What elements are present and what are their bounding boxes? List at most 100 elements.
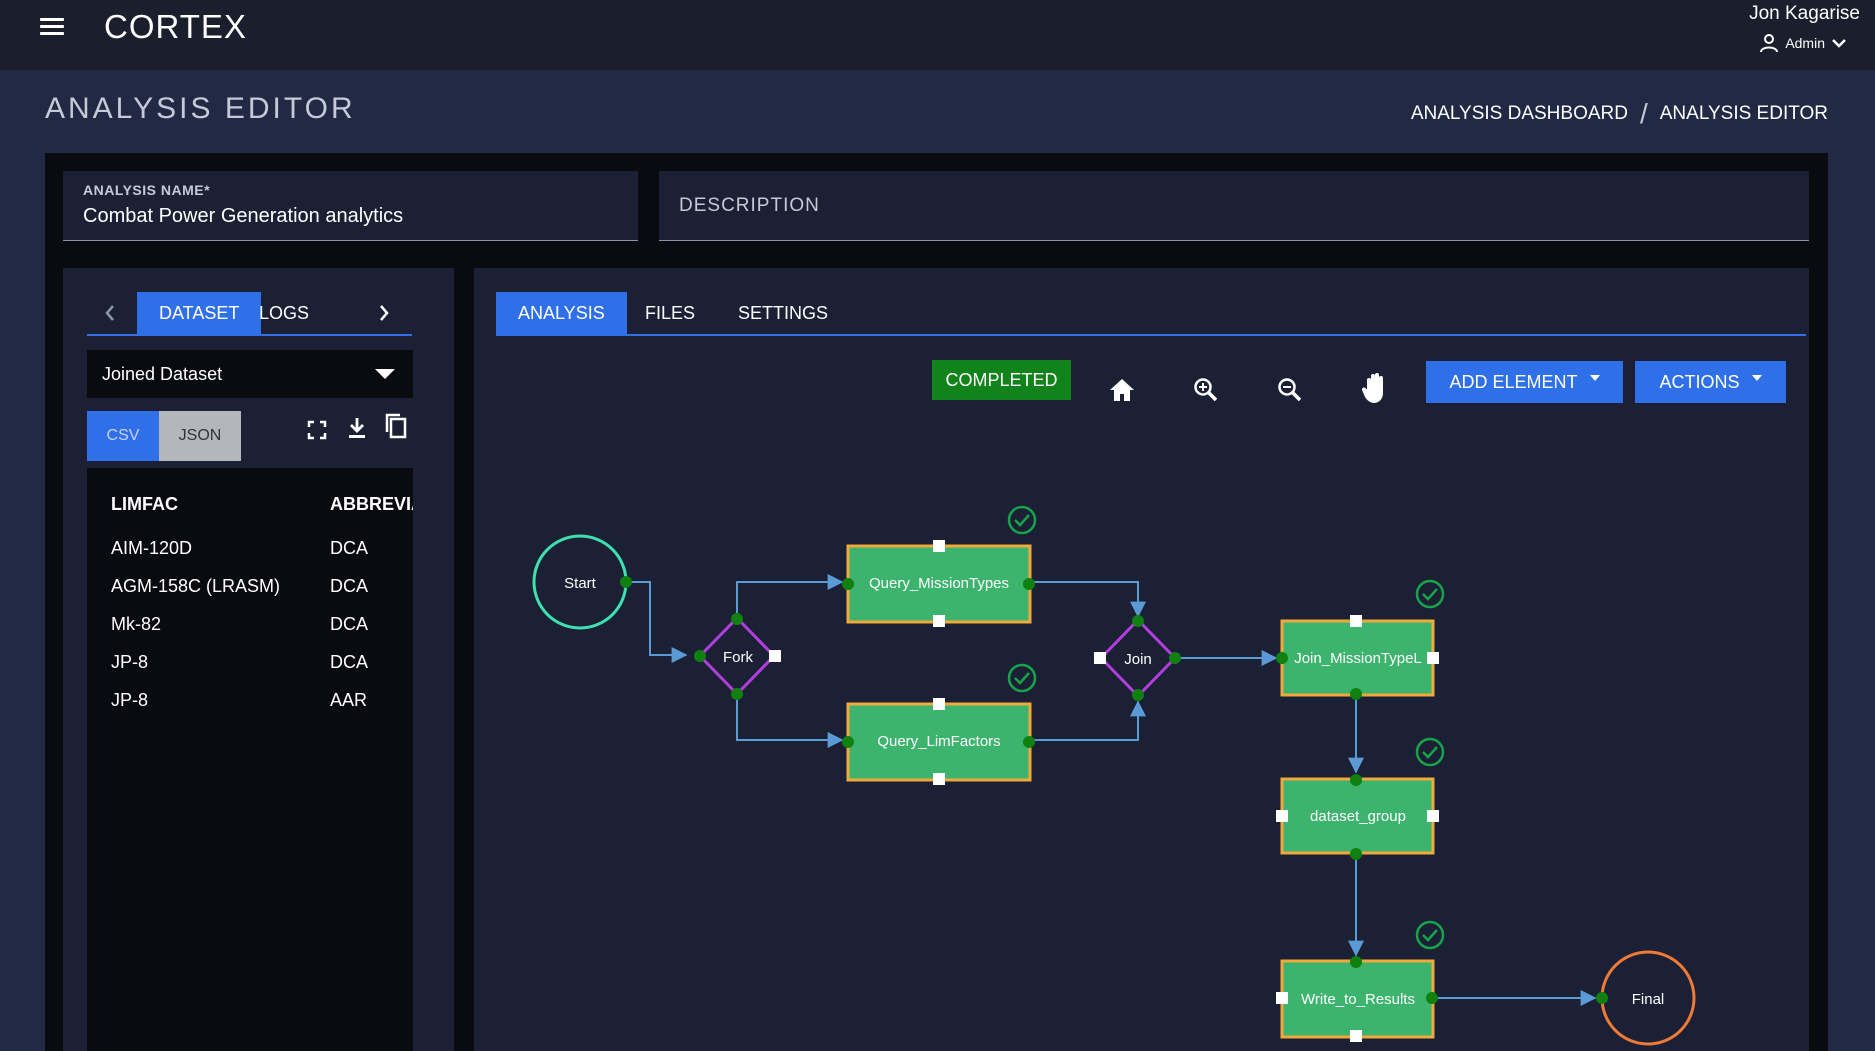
port[interactable] bbox=[694, 650, 706, 662]
status-badge: COMPLETED bbox=[932, 360, 1071, 400]
node-label: Final bbox=[1632, 991, 1665, 1008]
download-icon[interactable] bbox=[344, 414, 370, 442]
join-node[interactable]: Join bbox=[1094, 615, 1181, 701]
port[interactable] bbox=[1023, 736, 1035, 748]
tab-logs[interactable]: LOGS bbox=[237, 292, 331, 334]
port[interactable] bbox=[1276, 810, 1288, 822]
user-name: Jon Kagarise bbox=[1749, 3, 1860, 24]
analysis-name-input[interactable]: Combat Power Generation analytics bbox=[83, 205, 403, 228]
user-menu[interactable]: Admin bbox=[1759, 33, 1847, 53]
edge-fork-query-limf[interactable] bbox=[736, 694, 844, 748]
port[interactable] bbox=[1094, 652, 1106, 664]
zoom-in-icon[interactable] bbox=[1188, 372, 1224, 408]
table-cell: DCA bbox=[330, 538, 369, 558]
port[interactable] bbox=[1427, 652, 1439, 664]
port[interactable] bbox=[842, 578, 854, 590]
port[interactable] bbox=[1350, 774, 1362, 786]
tab-settings[interactable]: SETTINGS bbox=[716, 292, 850, 334]
pan-hand-icon[interactable] bbox=[1358, 370, 1394, 406]
dataset-group-node[interactable]: dataset_group bbox=[1276, 737, 1445, 860]
port[interactable] bbox=[1132, 615, 1144, 627]
breadcrumb: ANALYSIS DASHBOARD / ANALYSIS EDITOR bbox=[1411, 98, 1828, 130]
dataset-select[interactable]: Joined Dataset bbox=[87, 350, 413, 398]
port[interactable] bbox=[842, 736, 854, 748]
port[interactable] bbox=[1426, 992, 1438, 1004]
fullscreen-icon[interactable] bbox=[304, 416, 330, 444]
breadcrumb-dashboard[interactable]: ANALYSIS DASHBOARD bbox=[1411, 103, 1628, 125]
analysis-tabs: ANALYSIS FILES SETTINGS bbox=[496, 292, 1806, 336]
port[interactable] bbox=[933, 773, 945, 785]
tab-analysis[interactable]: ANALYSIS bbox=[496, 292, 627, 334]
description-placeholder[interactable]: DESCRIPTION bbox=[679, 195, 820, 217]
column-header-limfac[interactable]: LIMFAC bbox=[111, 494, 178, 515]
join-mission-type-node[interactable]: Join_MissionTypeL bbox=[1276, 579, 1445, 700]
check-circle-icon bbox=[1415, 920, 1445, 950]
page-title: ANALYSIS EDITOR bbox=[45, 92, 356, 125]
analysis-name-field[interactable]: ANALYSIS NAME* Combat Power Generation a… bbox=[63, 171, 638, 241]
app-brand[interactable]: CORTEX bbox=[104, 8, 247, 46]
port[interactable] bbox=[1276, 652, 1288, 664]
dataset-table: LIMFAC ABBREVIA AIM-120D DCA AGM-158C (L… bbox=[87, 468, 413, 1051]
node-label: Query_MissionTypes bbox=[869, 575, 1009, 592]
breadcrumb-separator: / bbox=[1639, 98, 1648, 129]
port[interactable] bbox=[1023, 578, 1035, 590]
add-element-button[interactable]: ADD ELEMENT bbox=[1426, 361, 1623, 403]
port[interactable] bbox=[731, 613, 743, 625]
json-button[interactable]: JSON bbox=[159, 411, 241, 461]
zoom-out-icon[interactable] bbox=[1272, 372, 1308, 408]
workflow-canvas[interactable]: Start Fork Query_MissionTypes Query_LimF… bbox=[474, 420, 1809, 1051]
port[interactable] bbox=[933, 540, 945, 552]
port[interactable] bbox=[1350, 848, 1362, 860]
analysis-name-label: ANALYSIS NAME* bbox=[83, 182, 211, 198]
csv-button[interactable]: CSV bbox=[87, 411, 159, 461]
port[interactable] bbox=[1596, 992, 1608, 1004]
edge-query-mission-join[interactable] bbox=[1029, 581, 1146, 618]
query-mission-types-node[interactable]: Query_MissionTypes bbox=[842, 505, 1037, 627]
port[interactable] bbox=[1350, 1030, 1362, 1042]
fork-node[interactable]: Fork bbox=[694, 613, 781, 700]
start-node[interactable]: Start bbox=[532, 534, 632, 630]
node-label: Start bbox=[564, 575, 597, 592]
port[interactable] bbox=[933, 698, 945, 710]
caret-down-icon bbox=[1589, 375, 1600, 381]
port[interactable] bbox=[1350, 615, 1362, 627]
edge-start-fork[interactable] bbox=[626, 581, 688, 663]
port[interactable] bbox=[731, 688, 743, 700]
column-header-abbrevia[interactable]: ABBREVIA bbox=[330, 494, 413, 515]
port[interactable] bbox=[1350, 688, 1362, 700]
port[interactable] bbox=[933, 615, 945, 627]
table-cell: DCA bbox=[330, 652, 369, 672]
node-label: Query_LimFactors bbox=[877, 733, 1000, 750]
check-circle-icon bbox=[1007, 505, 1037, 535]
home-icon[interactable] bbox=[1104, 372, 1140, 408]
port[interactable] bbox=[1132, 689, 1144, 701]
write-to-results-node[interactable]: Write_to_Results bbox=[1276, 920, 1445, 1042]
actions-label: ACTIONS bbox=[1659, 371, 1740, 392]
port[interactable] bbox=[1427, 810, 1439, 822]
port[interactable] bbox=[1350, 956, 1362, 968]
query-lim-factors-node[interactable]: Query_LimFactors bbox=[842, 663, 1037, 785]
table-row: JP-8 AAR bbox=[87, 682, 413, 720]
port[interactable] bbox=[769, 650, 781, 662]
user-role: Admin bbox=[1785, 35, 1825, 51]
hamburger-menu-icon[interactable] bbox=[40, 18, 64, 36]
table-cell: AGM-158C (LRASM) bbox=[111, 576, 281, 596]
chevron-down-icon[interactable] bbox=[1831, 37, 1847, 49]
check-circle-icon bbox=[1007, 663, 1037, 693]
chevron-right-icon[interactable] bbox=[377, 303, 391, 323]
port[interactable] bbox=[1169, 652, 1181, 664]
table-header: LIMFAC ABBREVIA bbox=[87, 468, 413, 530]
tab-files[interactable]: FILES bbox=[623, 292, 717, 334]
port[interactable] bbox=[1276, 992, 1288, 1004]
final-node[interactable]: Final bbox=[1596, 950, 1696, 1046]
workflow-graph[interactable]: Start Fork Query_MissionTypes Query_LimF… bbox=[474, 420, 1809, 1051]
copy-icon[interactable] bbox=[383, 412, 409, 440]
node-label: Write_to_Results bbox=[1301, 991, 1415, 1008]
port[interactable] bbox=[620, 576, 632, 588]
chevron-left-icon[interactable] bbox=[103, 303, 117, 323]
actions-button[interactable]: ACTIONS bbox=[1635, 361, 1786, 403]
edge-fork-query-mission[interactable] bbox=[736, 574, 844, 618]
description-field[interactable]: DESCRIPTION bbox=[659, 171, 1809, 241]
edge-query-limf-join[interactable] bbox=[1029, 700, 1146, 741]
workflow-edges bbox=[626, 574, 1597, 1006]
